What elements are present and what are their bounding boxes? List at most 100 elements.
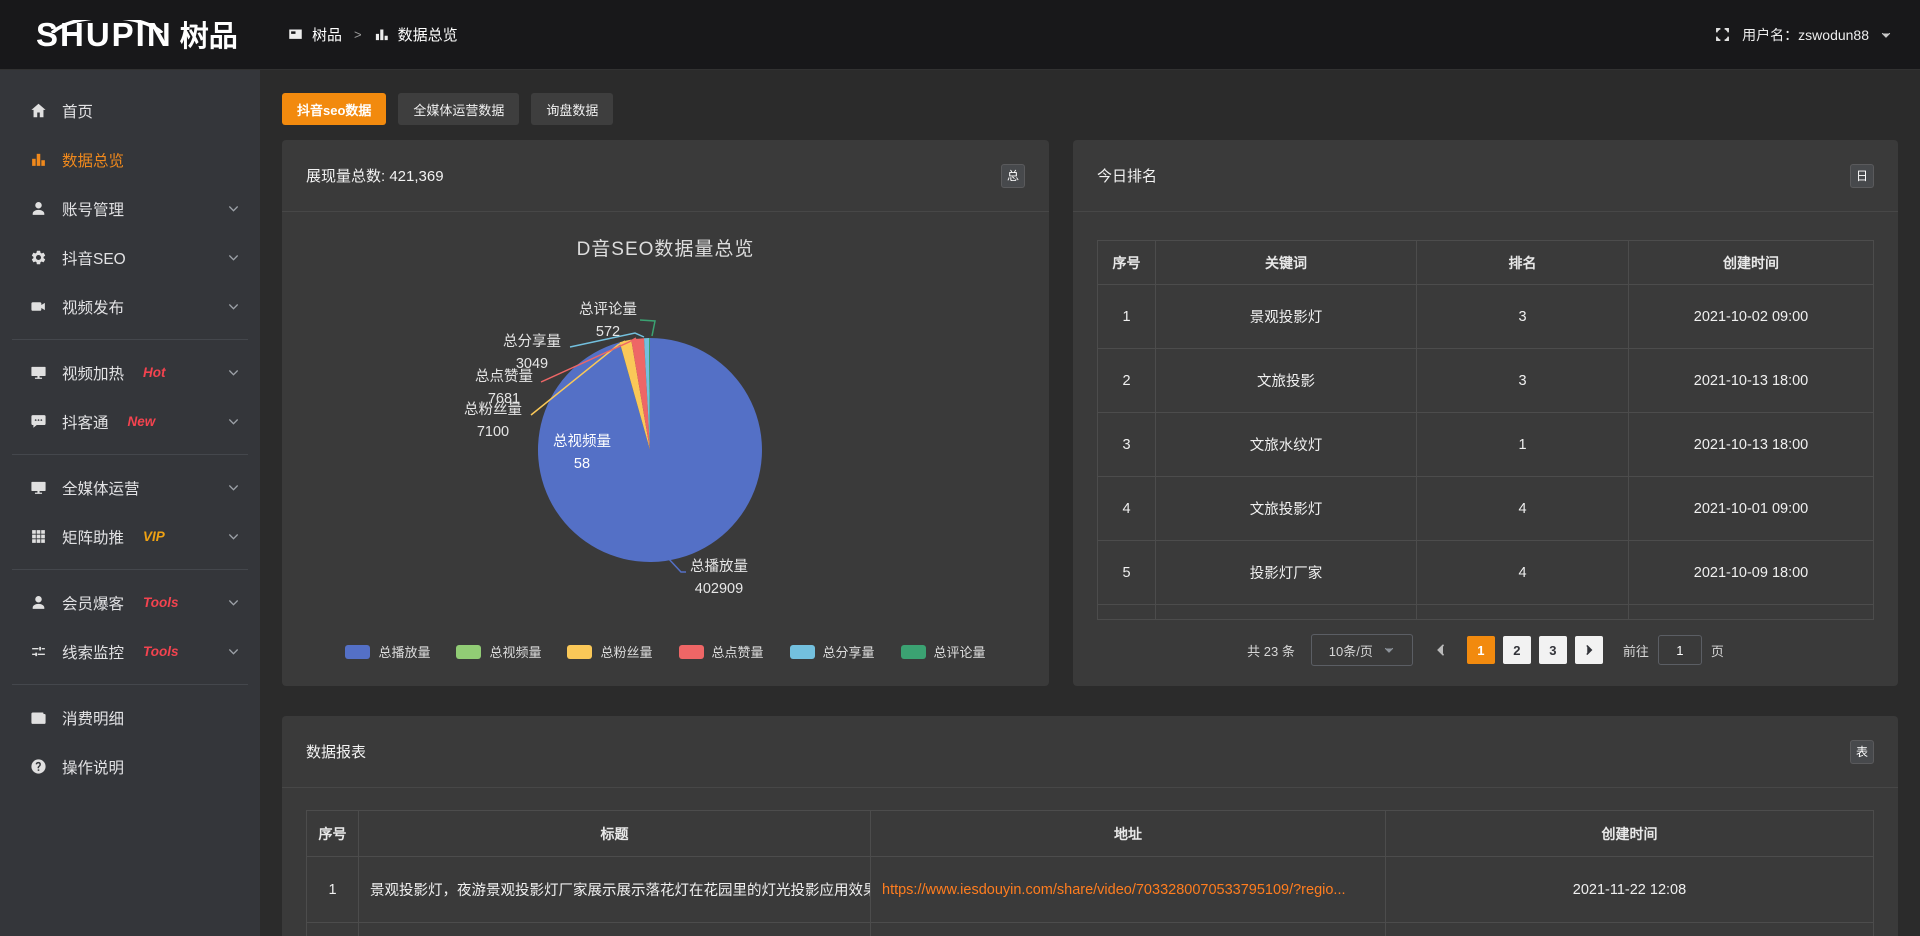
table-header-row: 序号标题地址创建时间 [307,811,1874,857]
legend-label: 总视频量 [489,642,541,661]
wallet-icon [30,709,47,726]
goto-page-input[interactable] [1658,635,1702,665]
day-badge-button[interactable]: 日 [1850,164,1874,188]
sidebar-item-douyin-seo[interactable]: 抖音SEO [0,233,260,282]
sidebar-item-video-publish[interactable]: 视频发布 [0,282,260,331]
sidebar-item-tag: Hot [143,365,166,380]
sidebar-item-home[interactable]: 首页 [0,86,260,135]
report-card-title: 数据报表 [306,741,366,762]
pie-label-value: 7681 [488,391,520,407]
pie-label-value: 58 [574,456,590,472]
legend-item[interactable]: 总粉丝量 [567,642,652,661]
sidebar-item-douketong[interactable]: 抖客通New [0,397,260,446]
report-card-body: 序号标题地址创建时间1景观投影灯，夜游景观投影灯厂家展示展示落花灯在花园里的灯光… [282,810,1898,936]
cell: 1 [307,857,359,923]
ranking-card-header: 今日排名 日 [1073,140,1898,212]
column-header: 标题 [359,811,871,857]
cell: 5 [1098,541,1156,605]
pie-label-value: 3049 [516,356,548,372]
pie-label-leader [667,557,686,572]
sidebar-item-clue-monitor[interactable]: 线索监控 Tools [0,627,260,676]
page-button-2[interactable]: 2 [1503,636,1531,664]
legend-item[interactable]: 总评论量 [901,642,986,661]
sidebar-item-label: 消费明细 [62,707,124,729]
cell: 文旅水纹灯 [1156,413,1417,477]
chevron-down-icon [227,596,240,609]
pie-label-name: 总视频量 [553,433,611,450]
cell: 4 [1417,477,1629,541]
video-icon [30,298,47,315]
cell: 景观投影灯 [1156,285,1417,349]
column-header: 地址 [871,811,1386,857]
chevron-down-icon [227,202,240,215]
chart-icon [30,151,47,168]
legend-label: 总分享量 [823,642,875,661]
pie-label-name: 总分享量 [503,333,561,350]
table-badge-button[interactable]: 表 [1850,740,1874,764]
legend-swatch [345,645,370,659]
sidebar-item-label: 抖音SEO [62,247,126,269]
pie-chart: D音SEO数据量总览 总播放量402909总视频量58总粉丝量7100总点赞量7… [282,212,1049,685]
sidebar-item-operation-guide[interactable]: 操作说明 [0,742,260,791]
sidebar-item-label: 线索监控 [62,641,124,663]
table-row: 1景观投影灯32021-10-02 09:00 [1098,285,1874,349]
tab-media-operation-data[interactable]: 全媒体运营数据 [398,93,519,125]
impressions-total-label: 展现量总数: 421,369 [306,165,444,186]
pagination-total: 共 23 条 [1247,641,1295,660]
next-page-button[interactable] [1575,636,1603,664]
sidebar-item-label: 首页 [62,100,93,122]
cards-row: 展现量总数: 421,369 总 D音SEO数据量总览 总播放量402909总视… [282,140,1898,686]
cell: 2021-10-09 18:00 [1629,541,1874,605]
topbar: SHUPIN 树品 树品 > 数据总览 用户名：zswodun88 [0,0,1920,70]
page-button-1[interactable]: 1 [1467,636,1495,664]
legend-item[interactable]: 总点赞量 [679,642,764,661]
sidebar-item-data-overview[interactable]: 数据总览 [0,135,260,184]
sidebar-item-member-baoke[interactable]: 会员爆客 Tools [0,578,260,627]
chart-legend: 总播放量 总视频量 总粉丝量 总点赞量 总分享量 总评论量 [282,642,1049,661]
report-card-header: 数据报表 表 [282,716,1898,788]
chevron-down-icon [1383,644,1395,656]
column-header: 关键词 [1156,241,1417,285]
pagination: 共 23 条 10条/页 123 [1097,634,1874,666]
cell: 3 [1417,349,1629,413]
tab-douyin-seo-data[interactable]: 抖音seo数据 [282,93,386,125]
legend-item[interactable]: 总播放量 [345,642,430,661]
goto-label: 前往 [1623,641,1649,660]
sidebar-item-video-heating[interactable]: 视频加热Hot [0,348,260,397]
legend-label: 总粉丝量 [600,642,652,661]
ranking-card-title: 今日排名 [1097,165,1157,186]
total-badge-button[interactable]: 总 [1001,164,1025,188]
report-url-cell: https://www.iesdouyin.com/share/video/70… [871,857,1386,923]
breadcrumb-root[interactable]: 树品 [312,24,342,45]
chevron-down-icon [227,251,240,264]
fullscreen-icon[interactable] [1714,26,1731,43]
report-link[interactable]: https://www.iesdouyin.com/share/video/70… [882,882,1346,898]
cell: 3 [1417,285,1629,349]
sidebar-item-account-management[interactable]: 账号管理 [0,184,260,233]
table-row: 3文旅水纹灯12021-10-13 18:00 [1098,413,1874,477]
tab-inquiry-data[interactable]: 询盘数据 [531,93,613,125]
legend-item[interactable]: 总视频量 [456,642,541,661]
sidebar-item-matrix-boost[interactable]: 矩阵助推VIP [0,512,260,561]
chevron-down-icon[interactable] [1880,29,1892,41]
sidebar-divider [12,454,248,455]
cell: 2 [1098,349,1156,413]
breadcrumb: 树品 > 数据总览 [288,24,458,45]
legend-item[interactable]: 总分享量 [790,642,875,661]
sidebar-item-label: 抖客通 [62,411,109,433]
cell: 2021-10-13 18:00 [1629,413,1874,477]
sidebar-item-tag: Tools [143,595,179,610]
pie-label-value: 7100 [477,424,509,440]
prev-page-button[interactable] [1433,642,1449,658]
sidebar-item-tag: Tools [143,644,179,659]
monitor-icon [30,479,47,496]
username-label[interactable]: 用户名：zswodun88 [1742,25,1869,45]
chevron-down-icon [227,530,240,543]
sidebar-item-label: 会员爆客 [62,592,124,614]
column-header: 创建时间 [1386,811,1874,857]
sidebar-item-consumption-detail[interactable]: 消费明细 [0,693,260,742]
sidebar-item-media-operation[interactable]: 全媒体运营 [0,463,260,512]
page-button-3[interactable]: 3 [1539,636,1567,664]
page-size-select[interactable]: 10条/页 [1311,634,1413,666]
monitor-icon [30,364,47,381]
